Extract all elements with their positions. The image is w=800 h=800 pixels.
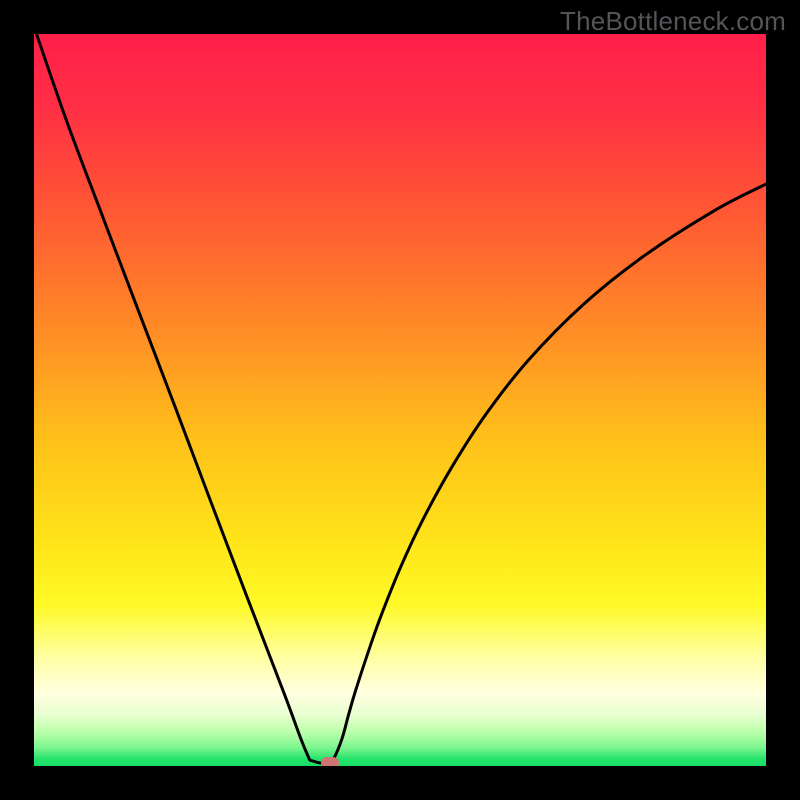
- min-marker: [321, 757, 339, 766]
- bottleneck-curve: [34, 34, 766, 766]
- watermark-text: TheBottleneck.com: [560, 6, 786, 37]
- chart-frame: TheBottleneck.com: [0, 0, 800, 800]
- plot-area: [34, 34, 766, 766]
